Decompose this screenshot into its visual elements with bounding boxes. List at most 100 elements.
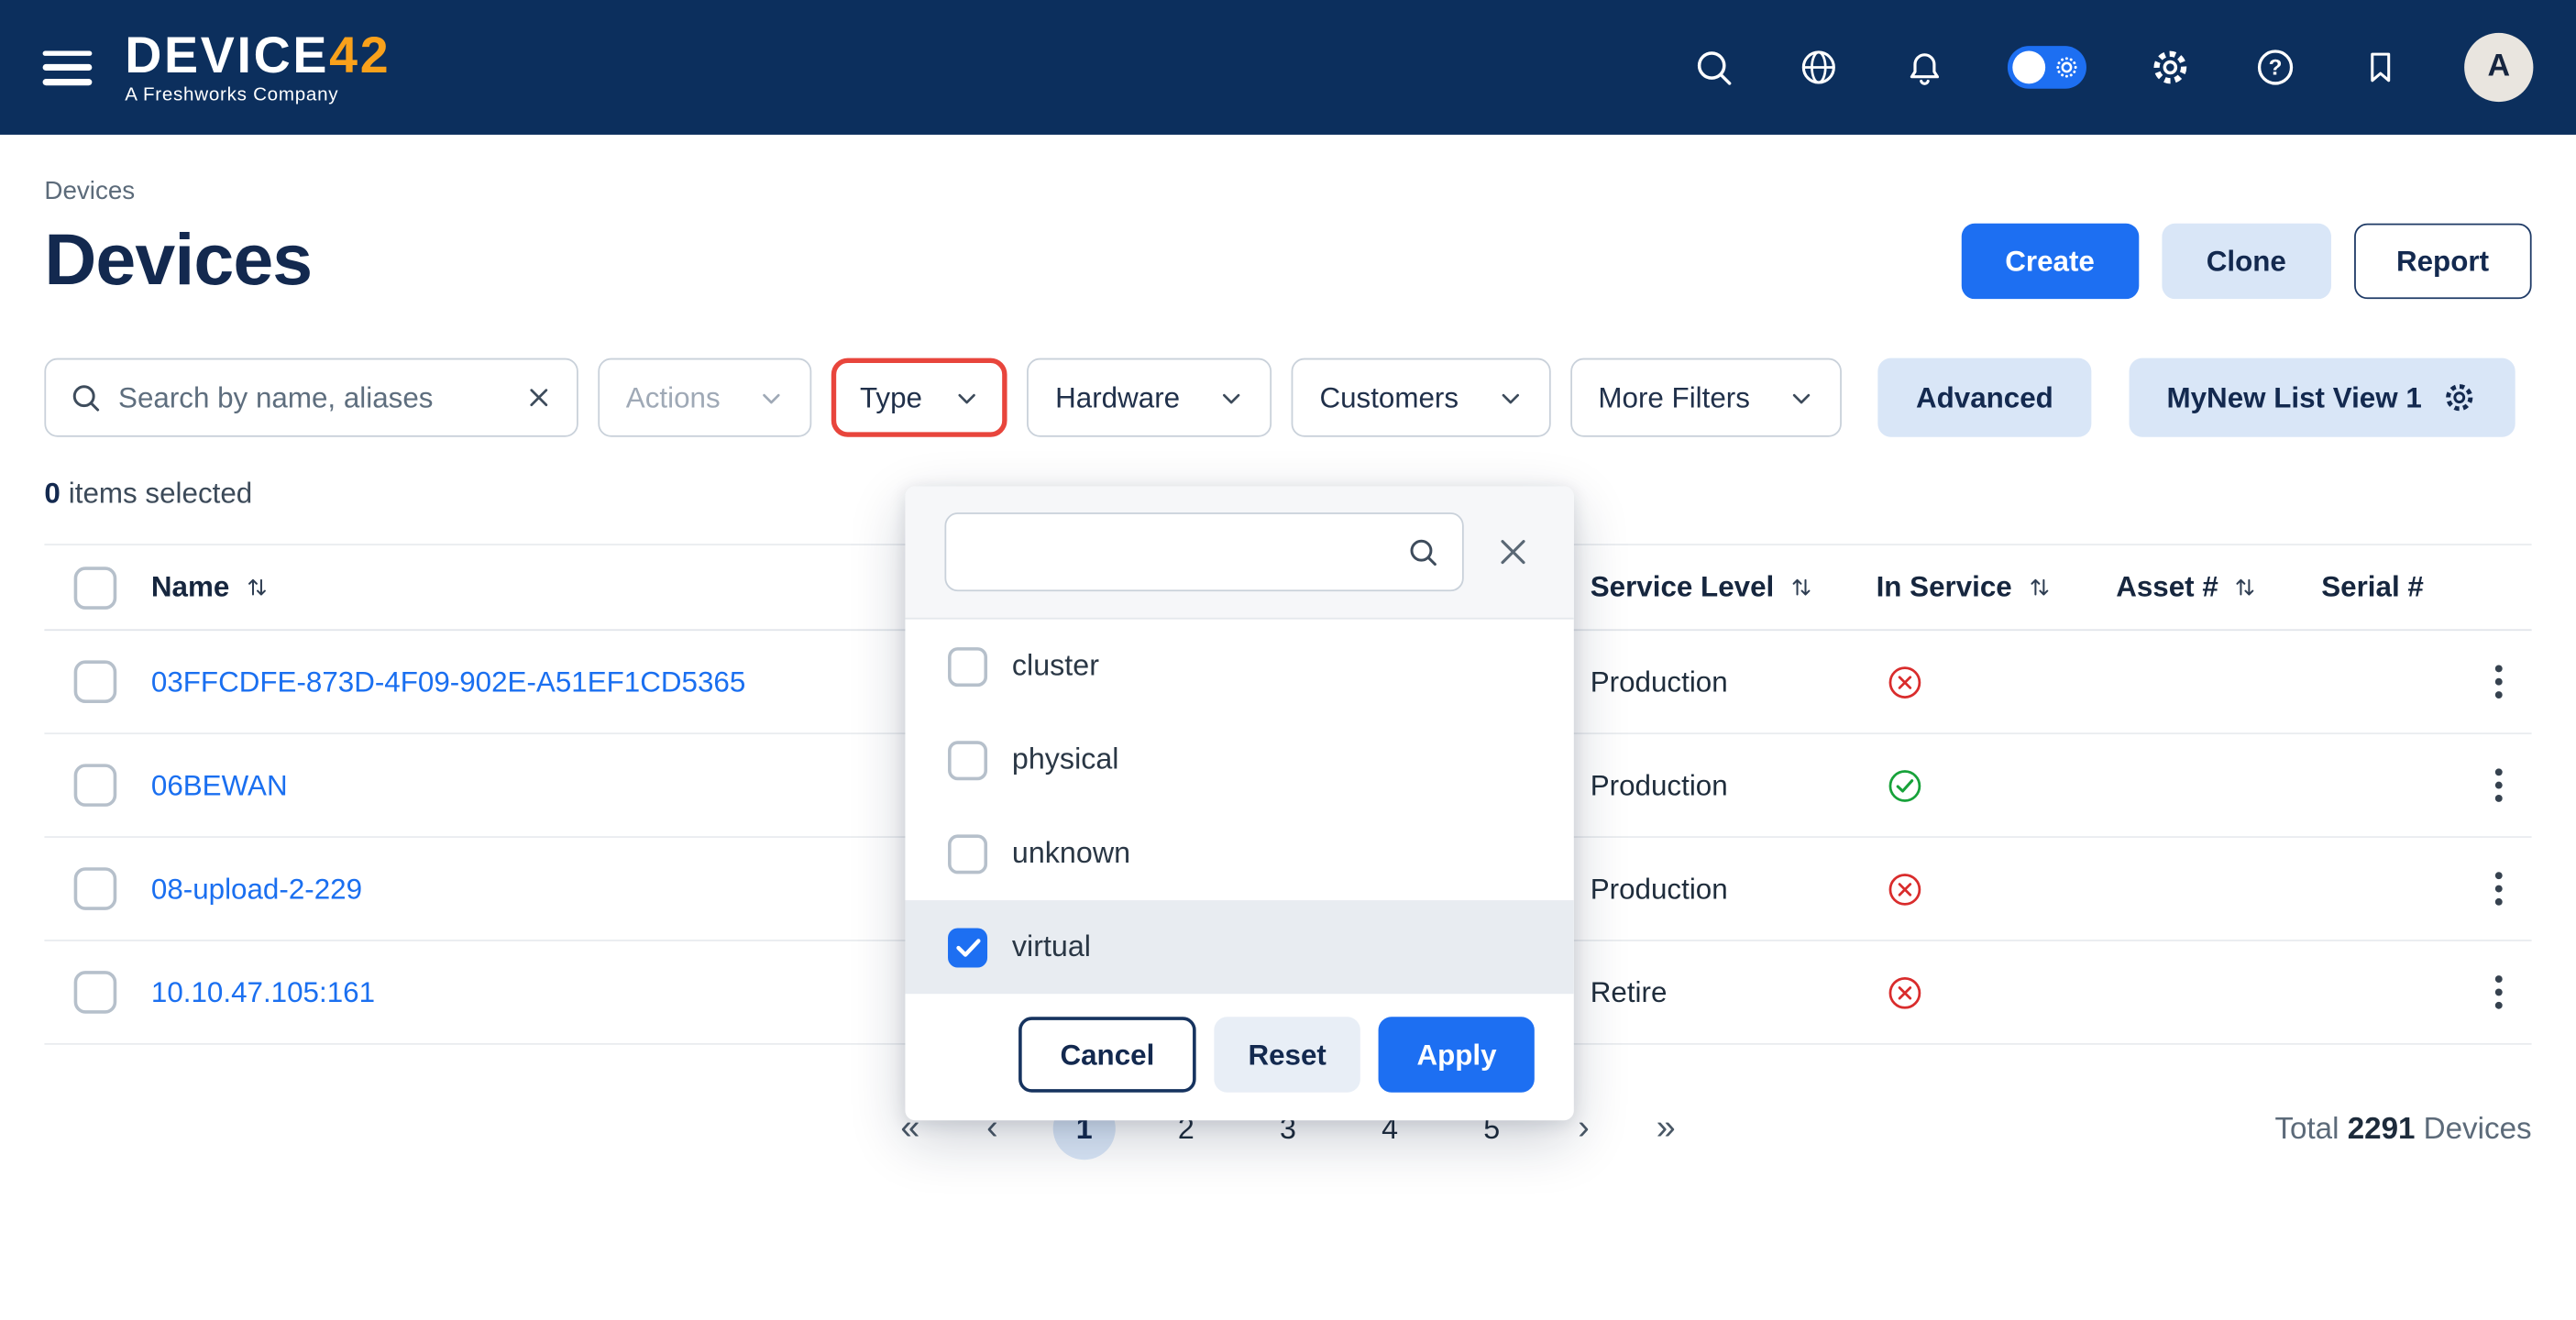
option-cluster[interactable]: cluster [905,620,1573,713]
type-filter-footer: Cancel Reset Apply [905,994,1573,1120]
row-menu-icon[interactable] [2466,960,2532,1026]
column-header-in-service[interactable]: In Service [1877,570,2117,605]
report-button[interactable]: Report [2353,224,2531,299]
option-unknown[interactable]: unknown [905,807,1573,900]
select-all-checkbox[interactable] [74,566,117,609]
selection-count: 0 [44,477,60,510]
advanced-button-label: Advanced [1916,380,2053,415]
list-view-label: MyNew List View 1 [2166,380,2421,415]
option-virtual[interactable]: virtual [905,900,1573,994]
advanced-button[interactable]: Advanced [1878,358,2091,437]
search-icon [1406,535,1439,568]
customers-dropdown[interactable]: Customers [1292,358,1550,437]
help-icon[interactable]: ? [2254,46,2297,89]
bell-icon[interactable] [1902,46,1945,89]
search-icon[interactable] [1692,46,1735,89]
page-title: Devices [44,220,312,302]
row-checkbox[interactable] [74,764,117,807]
checkbox[interactable] [948,740,987,779]
checkbox[interactable] [948,833,987,873]
actions-dropdown-label: Actions [626,380,721,415]
toggle-knob [2012,51,2045,84]
list-view-button[interactable]: MyNew List View 1 [2129,358,2515,437]
hardware-dropdown[interactable]: Hardware [1028,358,1272,437]
menu-icon[interactable] [43,50,93,85]
gear-icon[interactable] [2441,380,2477,415]
gear-icon[interactable] [2149,46,2192,89]
globe-icon[interactable] [1798,46,1841,89]
column-header-service-level[interactable]: Service Level [1591,570,1877,605]
brand-primary: DEVICE [125,26,329,83]
option-label: virtual [1012,930,1091,964]
type-filter-search-box [944,512,1463,591]
row-menu-icon[interactable] [2466,753,2532,819]
more-filters-dropdown[interactable]: More Filters [1570,358,1842,437]
checkbox[interactable] [948,646,987,686]
in-service-no-icon [1877,663,2117,700]
breadcrumb[interactable]: Devices [44,178,2531,207]
row-checkbox[interactable] [74,867,117,910]
reset-button[interactable]: Reset [1214,1017,1361,1092]
in-service-yes-icon [1877,766,2117,804]
type-filter-search-section [905,486,1573,619]
close-icon[interactable] [1489,527,1538,577]
type-filter-search-input[interactable] [969,534,1390,569]
sort-icon[interactable] [1789,575,1813,600]
service-level-cell: Production [1591,665,1877,699]
total-devices-count: 2291 [2348,1110,2416,1145]
avatar[interactable]: A [2464,33,2533,102]
total-devices-summary: Total 2291 Devices [2274,1110,2531,1146]
sort-icon[interactable] [2027,575,2052,600]
type-dropdown-label: Type [860,380,922,415]
sort-icon[interactable] [2233,575,2258,600]
clear-search-icon[interactable] [524,383,554,412]
chevron-down-icon [1498,385,1523,410]
row-menu-icon[interactable] [2466,856,2532,922]
in-service-no-icon [1877,974,2117,1011]
column-header-serial[interactable]: Serial # [2321,570,2466,605]
header-actions: ? A [1692,33,2534,102]
type-dropdown[interactable]: Type [831,358,1007,437]
checkbox[interactable] [948,928,987,967]
chevron-down-icon [1789,385,1814,410]
column-header-asset[interactable]: Asset # [2116,570,2321,605]
apply-button[interactable]: Apply [1379,1017,1535,1092]
sun-icon [2053,54,2080,81]
type-filter-options: cluster physical unknown virtual [905,620,1573,995]
option-label: unknown [1012,836,1130,871]
sort-icon[interactable] [244,575,269,600]
row-checkbox[interactable] [74,971,117,1014]
service-level-cell: Retire [1591,975,1877,1010]
in-service-no-icon [1877,870,2117,908]
theme-toggle[interactable] [2008,46,2086,89]
search-input[interactable] [118,380,508,415]
app-header: DEVICE42 A Freshworks Company ? [0,0,2576,135]
row-menu-icon[interactable] [2466,649,2532,715]
chevron-down-icon [955,385,980,410]
option-label: physical [1012,742,1119,777]
chevron-down-icon [760,385,785,410]
more-filters-dropdown-label: More Filters [1598,380,1750,415]
cancel-button[interactable]: Cancel [1019,1017,1195,1092]
customers-dropdown-label: Customers [1319,380,1459,415]
actions-dropdown[interactable]: Actions [598,358,812,437]
svg-text:?: ? [2269,56,2283,81]
option-physical[interactable]: physical [905,713,1573,807]
last-page-button[interactable]: » [1645,1109,1688,1149]
brand-logo[interactable]: DEVICE42 A Freshworks Company [125,29,391,105]
type-filter-panel: cluster physical unknown virtual Cancel … [905,486,1573,1120]
create-button[interactable]: Create [1961,224,2139,299]
bookmark-icon[interactable] [2359,46,2402,89]
selection-label: items selected [69,477,252,510]
brand-accent: 42 [329,26,391,83]
clone-button[interactable]: Clone [2162,224,2330,299]
device-search-box [44,358,578,437]
hardware-dropdown-label: Hardware [1055,380,1180,415]
service-level-cell: Production [1591,768,1877,803]
chevron-down-icon [1219,385,1244,410]
service-level-cell: Production [1591,872,1877,907]
search-icon [69,381,102,414]
filter-bar: Actions Type Hardware Customers More Fil… [44,358,2531,437]
row-checkbox[interactable] [74,660,117,703]
brand-tagline: A Freshworks Company [125,87,391,106]
